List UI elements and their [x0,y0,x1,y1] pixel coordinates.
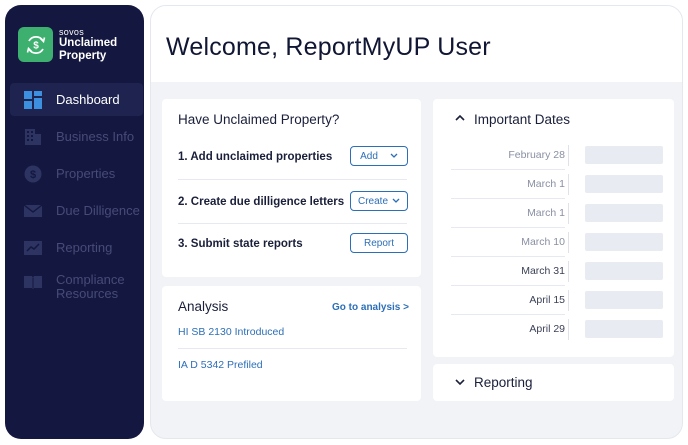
go-to-analysis-link[interactable]: Go to analysis > [332,302,409,313]
date-placeholder-bar [585,233,663,251]
date-placeholder-bar [585,291,663,309]
date-row: March 1 [451,199,663,228]
divider [568,261,569,282]
card-title: Have Unclaimed Property? [178,112,340,127]
dashboard-icon [24,90,42,109]
report-button[interactable]: Report [350,233,408,253]
sidebar-item-business-info[interactable]: Business Info [10,120,143,153]
divider [568,290,569,311]
date-row: April 15 [451,286,663,315]
sidebar-item-label: Dashboard [56,91,120,107]
chevron-down-icon [390,153,398,158]
date-label: March 10 [521,236,565,248]
sidebar-item-dashboard[interactable]: Dashboard [10,83,143,116]
step-create-letters: 2. Create due dilligence letters [178,196,345,208]
date-row: April 29 [451,315,663,344]
analysis-item[interactable]: HI SB 2130 Introduced [178,326,284,338]
building-icon [24,128,42,146]
date-label: February 28 [508,149,565,161]
book-icon [24,273,42,291]
date-placeholder-bar [585,320,663,338]
sidebar-item-properties[interactable]: $ Properties [10,157,143,190]
date-row: March 1 [451,170,663,199]
divider [178,348,407,349]
analysis-item[interactable]: IA D 5342 Prefiled [178,359,263,371]
add-button-label: Add [360,150,378,162]
chart-icon [24,239,42,257]
card-title: Analysis [178,299,229,314]
report-button-label: Report [363,237,394,249]
sidebar: $ sovos Unclaimed Property Dashboard Bus… [5,5,144,439]
date-label: March 31 [521,265,565,277]
date-placeholder-bar [585,262,663,280]
card-title: Reporting [474,375,533,390]
divider [178,223,407,224]
create-button[interactable]: Create [350,191,408,211]
sidebar-item-label: Business Info [56,128,135,144]
date-label: April 29 [529,323,565,335]
sidebar-item-compliance-resources[interactable]: Compliance Resources [10,269,143,309]
brand-subtitle: sovos [59,27,85,37]
divider [568,145,569,166]
brand-title-line2: Property [59,50,107,62]
date-row: March 10 [451,228,663,257]
date-row: February 28 [451,141,663,170]
envelope-icon [24,202,42,220]
sidebar-item-label: Reporting [56,239,113,255]
chevron-up-icon[interactable] [455,114,465,121]
svg-text:$: $ [33,40,39,51]
brand-title-line1: Unclaimed [59,37,118,49]
main-panel: Welcome, ReportMyUP User Have Unclaimed … [150,5,683,439]
sidebar-item-reporting[interactable]: Reporting [10,231,143,264]
divider [568,203,569,224]
important-dates-card: Important Dates February 28 March 1 Marc… [433,99,674,357]
brand[interactable]: $ sovos Unclaimed Property [18,27,117,63]
divider [178,179,407,180]
divider [568,174,569,195]
add-button[interactable]: Add [350,146,408,166]
date-row: March 31 [451,257,663,286]
date-label: March 1 [527,207,565,219]
date-placeholder-bar [585,175,663,193]
dollar-coin-icon: $ [24,165,42,183]
svg-text:$: $ [30,169,36,181]
chevron-down-icon [392,198,400,203]
page-title: Welcome, ReportMyUP User [166,33,491,61]
step-submit-reports: 3. Submit state reports [178,238,303,250]
reporting-card[interactable]: Reporting [433,364,674,401]
sidebar-item-label: Compliance [56,272,125,287]
divider [568,232,569,253]
sidebar-item-due-dilligence[interactable]: Due Dilligence [10,194,143,227]
date-label: March 1 [527,178,565,190]
date-label: April 15 [529,294,565,306]
page-header: Welcome, ReportMyUP User [151,6,682,82]
card-title: Important Dates [474,112,571,127]
date-placeholder-bar [585,146,663,164]
step-add-properties: 1. Add unclaimed properties [178,151,333,163]
sidebar-item-label: Properties [56,165,116,181]
date-placeholder-bar [585,204,663,222]
create-button-label: Create [357,195,388,207]
divider [568,319,569,340]
sidebar-item-label: Due Dilligence [56,202,140,218]
analysis-card: Analysis Go to analysis > HI SB 2130 Int… [162,286,421,401]
unclaimed-property-card: Have Unclaimed Property? 1. Add unclaime… [162,99,421,277]
sidebar-item-label-line2: Resources [56,286,119,301]
chevron-down-icon[interactable] [455,379,465,386]
sovos-logo: $ [18,27,53,62]
